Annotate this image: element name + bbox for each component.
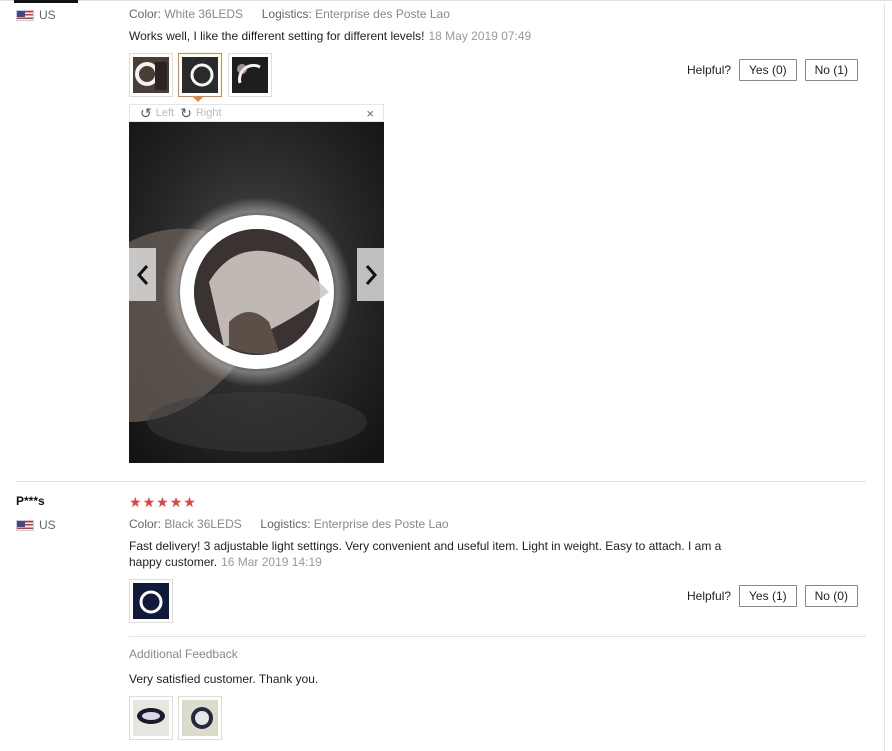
helpful-widget: Helpful? Yes (0) No (1): [687, 59, 858, 81]
country-label: US: [39, 518, 56, 532]
rotate-left-icon: ↺: [140, 105, 152, 121]
review-text: Works well, I like the different setting…: [129, 28, 531, 44]
image-viewer: [129, 122, 384, 463]
additional-feedback-title: Additional Feedback: [129, 647, 238, 661]
active-tab-indicator: [14, 0, 78, 3]
star-icon: ★: [183, 494, 196, 510]
page-edge: [884, 4, 885, 751]
feedback-divider: [129, 636, 866, 637]
logistics-value: Enterprise des Poste Lao: [313, 517, 449, 531]
country-label: US: [39, 8, 56, 22]
review-text: Fast delivery! 3 adjustable light settin…: [129, 538, 769, 570]
review-photo-thumb[interactable]: [129, 53, 173, 97]
close-icon[interactable]: ×: [366, 105, 374, 123]
helpful-no-button[interactable]: No (0): [804, 585, 858, 607]
feedback-photo-thumb[interactable]: [178, 696, 222, 740]
rotate-right-icon: ↻: [180, 105, 192, 121]
logistics-key: Logistics:: [261, 7, 312, 21]
photo-image: [182, 57, 218, 93]
image-viewer-toolbar: ↺ Left ↻ Right ×: [129, 104, 384, 122]
helpful-no-button[interactable]: No (1): [804, 59, 858, 81]
photo-image: [182, 700, 218, 736]
reviewer-country: US: [16, 518, 56, 532]
star-icon: ★: [169, 494, 183, 510]
photo-image: [232, 57, 268, 93]
review-body-line: Fast delivery! 3 adjustable light settin…: [129, 539, 722, 553]
helpful-label: Helpful?: [687, 589, 732, 603]
rotate-left-label: Left: [155, 107, 175, 119]
review-body: Works well, I like the different setting…: [129, 29, 425, 43]
selected-indicator: [193, 97, 203, 102]
color-key: Color:: [129, 517, 162, 531]
feedback-photo-thumb[interactable]: [129, 696, 173, 740]
review-date: 16 Mar 2019 14:19: [221, 555, 322, 569]
photo-image: [133, 583, 169, 619]
review-photo-thumb-selected[interactable]: [178, 53, 222, 97]
additional-feedback-text: Very satisfied customer. Thank you.: [129, 672, 319, 686]
rotate-left-button[interactable]: ↺ Left: [140, 106, 174, 120]
reviewer-name: P***s: [16, 494, 45, 508]
us-flag-icon: [16, 9, 34, 21]
chevron-left-icon: [136, 264, 148, 285]
review-divider: [16, 481, 866, 482]
rating-stars: ★ ★ ★ ★ ★: [129, 495, 196, 509]
chevron-right-icon: [365, 264, 377, 285]
photo-image: [133, 57, 169, 93]
star-icon: ★: [156, 494, 169, 510]
reviewer-country: US: [16, 8, 56, 22]
us-flag-icon: [16, 519, 34, 531]
star-icon: ★: [129, 494, 142, 510]
review-date: 18 May 2019 07:49: [428, 29, 532, 43]
review-body-line: happy customer.: [129, 555, 218, 569]
helpful-yes-button[interactable]: Yes (1): [739, 585, 797, 607]
color-value: White 36LEDS: [164, 7, 244, 21]
helpful-widget: Helpful? Yes (1) No (0): [687, 585, 858, 607]
rotate-right-label: Right: [195, 107, 222, 119]
logistics-key: Logistics:: [260, 517, 311, 531]
helpful-label: Helpful?: [687, 63, 732, 77]
review-meta: Color: Black 36LEDS Logistics: Enterpris…: [129, 517, 449, 531]
logistics-value: Enterprise des Poste Lao: [315, 7, 450, 21]
color-value: Black 36LEDS: [164, 517, 242, 531]
prev-image-button[interactable]: [129, 248, 156, 301]
top-border: [0, 0, 892, 4]
rotate-right-button[interactable]: ↻ Right: [180, 106, 221, 120]
helpful-yes-button[interactable]: Yes (0): [739, 59, 797, 81]
review-meta: Color: White 36LEDS Logistics: Enterpris…: [129, 7, 450, 21]
review-photo-thumb[interactable]: [228, 53, 272, 97]
photo-image: [133, 700, 169, 736]
review-photo-thumb[interactable]: [129, 579, 173, 623]
star-icon: ★: [142, 494, 156, 510]
viewer-photo: [129, 122, 384, 463]
color-key: Color:: [129, 7, 162, 21]
next-image-button[interactable]: [357, 248, 384, 301]
